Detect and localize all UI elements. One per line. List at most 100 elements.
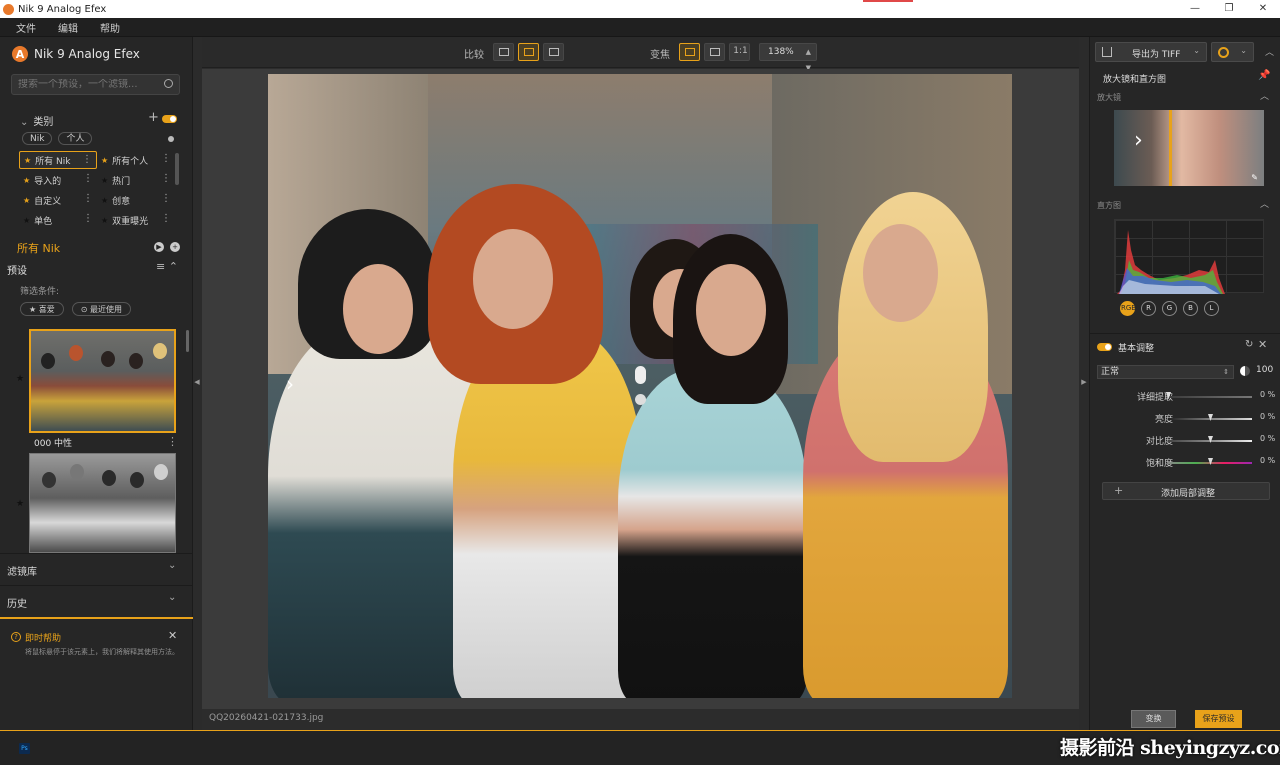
add-local-adjustment-button[interactable]: + 添加局部调整 <box>1102 482 1270 500</box>
chip-nik[interactable]: Nik <box>22 132 53 145</box>
fill-zoom-button[interactable] <box>704 43 725 61</box>
channel-l[interactable]: L <box>1204 301 1219 316</box>
list-view-icon[interactable]: ≡ ⌃ <box>156 260 178 273</box>
channel-rgb[interactable]: RGB <box>1120 301 1136 316</box>
chip-filter-dot-icon[interactable] <box>168 136 174 142</box>
basic-adjustments-title: 基本调整 <box>1118 344 1155 354</box>
preset-thumbnail-neutral[interactable] <box>29 329 176 433</box>
collapse-left-icon[interactable]: ◀ <box>193 378 201 390</box>
chevron-up-icon[interactable]: ︿ <box>1260 89 1269 102</box>
up-down-icon: ⇕ <box>1223 368 1229 376</box>
menu-bar: 文件 编辑 帮助 <box>0 18 1280 37</box>
chevron-up-icon[interactable]: ︿ <box>1265 45 1274 58</box>
more-icon[interactable]: ⋮ <box>83 193 93 204</box>
zoom-select[interactable]: 138% ▲ ▼ <box>759 43 817 72</box>
split-handle[interactable] <box>635 366 646 384</box>
minimize-button[interactable]: — <box>1178 0 1212 18</box>
more-icon[interactable]: ⋮ <box>83 213 93 224</box>
image-canvas[interactable]: › <box>202 69 1079 709</box>
photoshop-icon[interactable]: Ps <box>19 743 30 754</box>
more-icon[interactable]: ⋮ <box>161 173 171 184</box>
slider-track[interactable] <box>1168 396 1252 398</box>
compare-stack-button[interactable] <box>543 43 564 61</box>
category-all-nik[interactable]: ★ 所有 Nik ⋮ <box>19 151 97 169</box>
thumb-figure <box>153 343 167 359</box>
search-icon[interactable] <box>164 79 173 88</box>
categories-toggle[interactable] <box>162 115 177 123</box>
pin-icon[interactable]: 📌 <box>1258 70 1270 81</box>
basic-adjustments-toggle[interactable] <box>1097 343 1112 351</box>
filter-favorites[interactable]: ★ 喜爱 <box>20 302 64 316</box>
loupe-view[interactable]: › ✎ <box>1114 110 1264 186</box>
fit-zoom-button[interactable] <box>679 43 700 61</box>
add-circle-icon[interactable]: + <box>170 242 180 252</box>
category-creative[interactable]: ★ 创意 ⋮ <box>97 191 175 209</box>
channel-g[interactable]: G <box>1162 301 1177 316</box>
category-custom[interactable]: ★ 自定义 ⋮ <box>19 191 97 209</box>
menu-help[interactable]: 帮助 <box>100 20 120 35</box>
zoom-1to1-button[interactable]: 1:1 <box>729 43 750 61</box>
category-all-personal[interactable]: ★ 所有个人 ⋮ <box>97 151 175 169</box>
photo-figure <box>453 329 643 698</box>
chevron-up-icon[interactable]: ︿ <box>1260 197 1269 210</box>
preset-more-icon[interactable]: ⋮ <box>167 435 178 448</box>
thumb-figure <box>154 464 168 480</box>
maximize-button[interactable]: ❐ <box>1212 0 1246 18</box>
chip-personal[interactable]: 个人 <box>58 132 93 145</box>
presets-header: 预设 ≡ ⌃ <box>0 259 193 277</box>
collapse-right-icon[interactable]: ▶ <box>1080 378 1088 390</box>
channel-b[interactable]: B <box>1183 301 1198 316</box>
close-window-button[interactable]: ✕ <box>1246 0 1280 18</box>
favorite-star-icon[interactable]: ★ <box>16 374 24 384</box>
category-imported[interactable]: ★ 导入的 ⋮ <box>19 171 97 189</box>
compare-icon <box>499 48 509 56</box>
star-icon: ★ <box>23 215 31 225</box>
search-input[interactable] <box>18 79 158 90</box>
close-icon[interactable]: ✕ <box>1258 338 1267 351</box>
categories-header[interactable]: ⌄ 类别 <box>20 113 53 128</box>
category-double-exposure[interactable]: ★ 双重曝光 ⋮ <box>97 211 175 229</box>
preset-thumbnail-mono[interactable] <box>29 453 176 553</box>
opacity-control[interactable]: 100 <box>1240 363 1274 380</box>
favorite-star-icon[interactable]: ★ <box>16 499 24 509</box>
more-icon[interactable]: ⋮ <box>161 193 171 204</box>
play-icon[interactable]: ▶ <box>154 242 164 252</box>
categories-label: 类别 <box>33 117 54 128</box>
reset-icon[interactable]: ↻ <box>1245 339 1253 350</box>
star-icon: ★ <box>101 175 109 185</box>
more-icon[interactable]: ⋮ <box>161 213 171 224</box>
chevron-right-icon[interactable]: › <box>286 372 294 396</box>
presets-scrollbar[interactable] <box>186 330 189 352</box>
more-icon[interactable]: ⋮ <box>83 173 93 184</box>
fill-icon <box>710 48 720 56</box>
export-dropdown[interactable]: 导出为 TIFF ⌄ <box>1095 42 1207 62</box>
filters-section[interactable]: 滤镜库 ⌄ <box>0 553 193 584</box>
compare-split-button[interactable] <box>518 43 539 61</box>
more-icon[interactable]: ⋮ <box>82 154 92 165</box>
channel-r[interactable]: R <box>1141 301 1156 316</box>
chevron-down-icon: ⌄ <box>168 592 177 603</box>
preset-name: 000 中性 <box>34 439 73 449</box>
shuffle-button[interactable]: 变换 <box>1131 710 1176 728</box>
add-category-button[interactable]: + <box>148 110 159 125</box>
split-move-icon[interactable] <box>635 394 646 405</box>
histogram-label: 直方图 <box>1097 201 1121 210</box>
categories-scrollbar[interactable] <box>175 153 179 185</box>
category-mono[interactable]: ★ 单色 ⋮ <box>19 211 97 229</box>
compare-side-button[interactable] <box>493 43 514 61</box>
filter-recent[interactable]: ⊙ 最近使用 <box>71 302 131 316</box>
menu-file[interactable]: 文件 <box>16 20 36 35</box>
preview-photo[interactable]: › <box>268 74 1012 698</box>
category-popular[interactable]: ★ 热门 ⋮ <box>97 171 175 189</box>
histogram-graph <box>1117 230 1225 294</box>
history-section[interactable]: 历史 ⌄ <box>0 585 193 616</box>
pin-icon[interactable]: ✎ <box>1251 173 1258 182</box>
histogram <box>1114 219 1264 294</box>
save-preset-button[interactable]: 保存预设 <box>1195 710 1242 728</box>
menu-edit[interactable]: 编辑 <box>58 20 78 35</box>
close-help-icon[interactable]: ✕ <box>168 629 177 642</box>
blend-mode-select[interactable]: 正常 ⇕ <box>1097 365 1234 379</box>
output-options-button[interactable]: ⌄ <box>1211 42 1254 62</box>
more-icon[interactable]: ⋮ <box>161 153 171 164</box>
photo-figure <box>473 229 553 329</box>
